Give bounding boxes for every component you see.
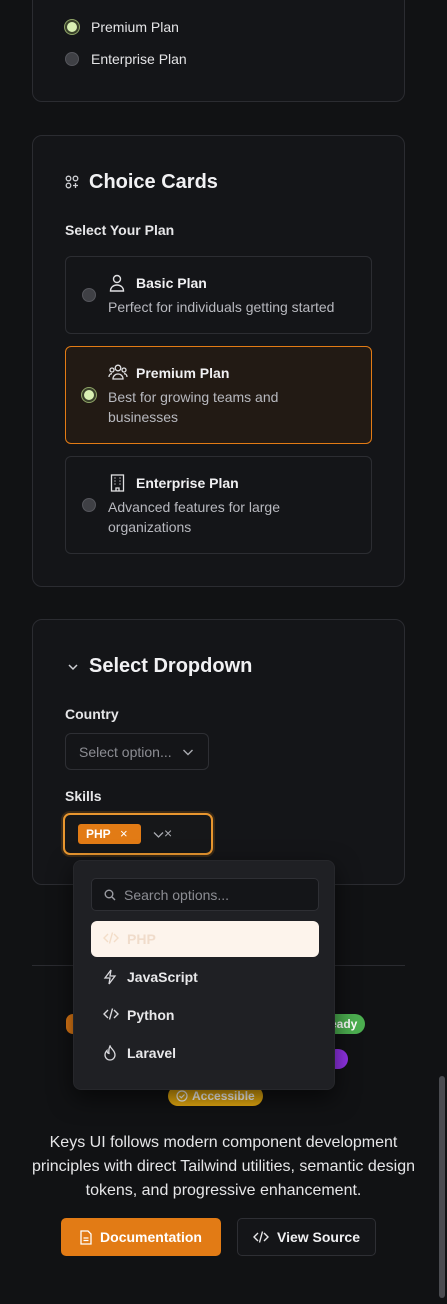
- choice-cards-title: Choice Cards: [89, 171, 218, 193]
- documentation-button-label: Documentation: [100, 1229, 202, 1245]
- clear-icon[interactable]: ×: [164, 825, 172, 841]
- option-label-python: Python: [127, 1007, 175, 1023]
- option-javascript[interactable]: JavaScript: [91, 959, 319, 995]
- plan-title-premium: Premium Plan: [136, 365, 230, 381]
- view-source-button-label: View Source: [276, 1229, 360, 1245]
- skill-tag-label: PHP: [86, 827, 111, 841]
- code-icon: [103, 932, 119, 944]
- select-plan-label: Select Your Plan: [65, 222, 175, 238]
- skills-multiselect[interactable]: PHP × ×: [63, 813, 213, 855]
- option-label-laravel: Laravel: [127, 1045, 177, 1061]
- plan-radio-basic[interactable]: [82, 288, 96, 302]
- skills-label: Skills: [65, 788, 102, 804]
- option-label-javascript: JavaScript: [127, 969, 198, 985]
- code-icon: [252, 1231, 269, 1243]
- chevron-down-icon[interactable]: [153, 830, 164, 839]
- radio-label-premium: Premium Plan: [91, 19, 179, 35]
- radio-group-card: Premium Plan Enterprise Plan: [32, 0, 405, 102]
- grid-add-icon: [65, 175, 79, 189]
- document-icon: [80, 1229, 92, 1245]
- skills-dropdown-menu: Search options... PHP JavaScript Python …: [73, 860, 335, 1090]
- radio-premium-plan[interactable]: [65, 20, 79, 34]
- accessible-badge-label: Accessible: [192, 1089, 255, 1103]
- radio-label-enterprise: Enterprise Plan: [91, 51, 187, 67]
- plan-title-basic: Basic Plan: [136, 275, 207, 291]
- country-placeholder: Select option...: [79, 744, 172, 760]
- option-laravel[interactable]: Laravel: [91, 1035, 319, 1071]
- country-label: Country: [65, 706, 119, 722]
- scrollbar-thumb[interactable]: [439, 1076, 445, 1298]
- search-options-input[interactable]: Search options...: [91, 878, 319, 911]
- remove-tag-icon[interactable]: ×: [120, 826, 128, 841]
- users-icon: [108, 364, 128, 380]
- documentation-button[interactable]: Documentation: [61, 1218, 221, 1256]
- select-dropdown-title: Select Dropdown: [89, 655, 253, 677]
- search-placeholder: Search options...: [124, 887, 230, 903]
- chevron-down-icon: [183, 749, 193, 756]
- code-icon: [103, 1008, 119, 1020]
- plan-title-enterprise: Enterprise Plan: [136, 475, 239, 491]
- select-dropdown-card: Select Dropdown Country Select option...…: [32, 619, 405, 885]
- radio-enterprise-plan[interactable]: [65, 52, 79, 66]
- scrollbar-track[interactable]: [437, 0, 447, 1304]
- plan-desc-enterprise: Advanced features for large organization…: [108, 499, 280, 535]
- plan-desc-basic: Perfect for individuals getting started: [108, 299, 335, 315]
- plan-card-enterprise[interactable]: Enterprise Plan Advanced features for la…: [65, 456, 372, 554]
- chevron-down-icon: [68, 664, 78, 671]
- view-source-button[interactable]: View Source: [237, 1218, 376, 1256]
- option-label-php: PHP: [127, 931, 156, 947]
- footer-description: Keys UI follows modern component develop…: [32, 1134, 415, 1199]
- search-icon: [104, 889, 116, 901]
- plan-desc-premium: Best for growing teams and businesses: [108, 389, 279, 425]
- user-icon: [109, 274, 125, 292]
- skill-tag-php: PHP ×: [78, 824, 141, 844]
- option-python[interactable]: Python: [91, 997, 319, 1033]
- option-php[interactable]: PHP: [91, 921, 319, 957]
- country-select[interactable]: Select option...: [65, 733, 209, 770]
- check-circle-icon: [176, 1090, 188, 1102]
- plan-card-basic[interactable]: Basic Plan Perfect for individuals getti…: [65, 256, 372, 334]
- plan-card-premium[interactable]: Premium Plan Best for growing teams and …: [65, 346, 372, 444]
- plan-radio-enterprise[interactable]: [82, 498, 96, 512]
- flame-icon: [104, 1045, 116, 1061]
- bolt-icon: [103, 969, 117, 985]
- choice-cards-card: Choice Cards Select Your Plan Basic Plan…: [32, 135, 405, 587]
- plan-radio-premium[interactable]: [82, 388, 96, 402]
- building-icon: [110, 474, 125, 492]
